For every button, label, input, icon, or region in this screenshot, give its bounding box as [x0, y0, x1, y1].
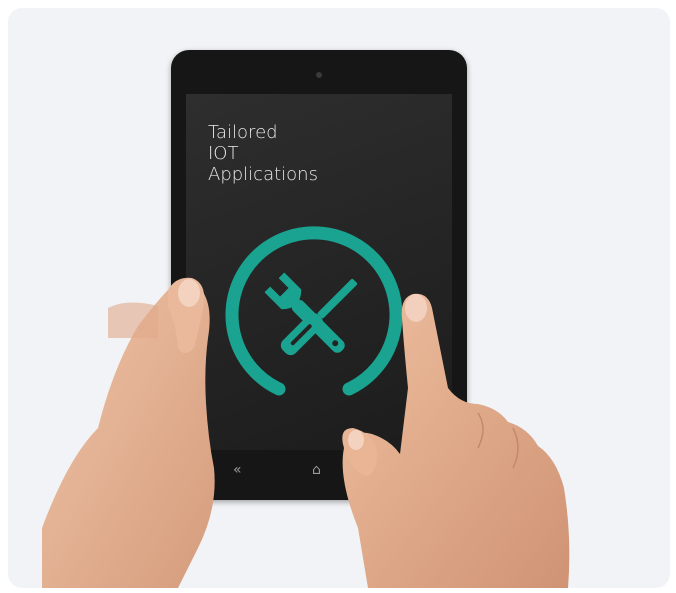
right-hand — [342, 293, 570, 588]
background-card: Tailored IOT Applications « ⌂ — [8, 8, 670, 588]
